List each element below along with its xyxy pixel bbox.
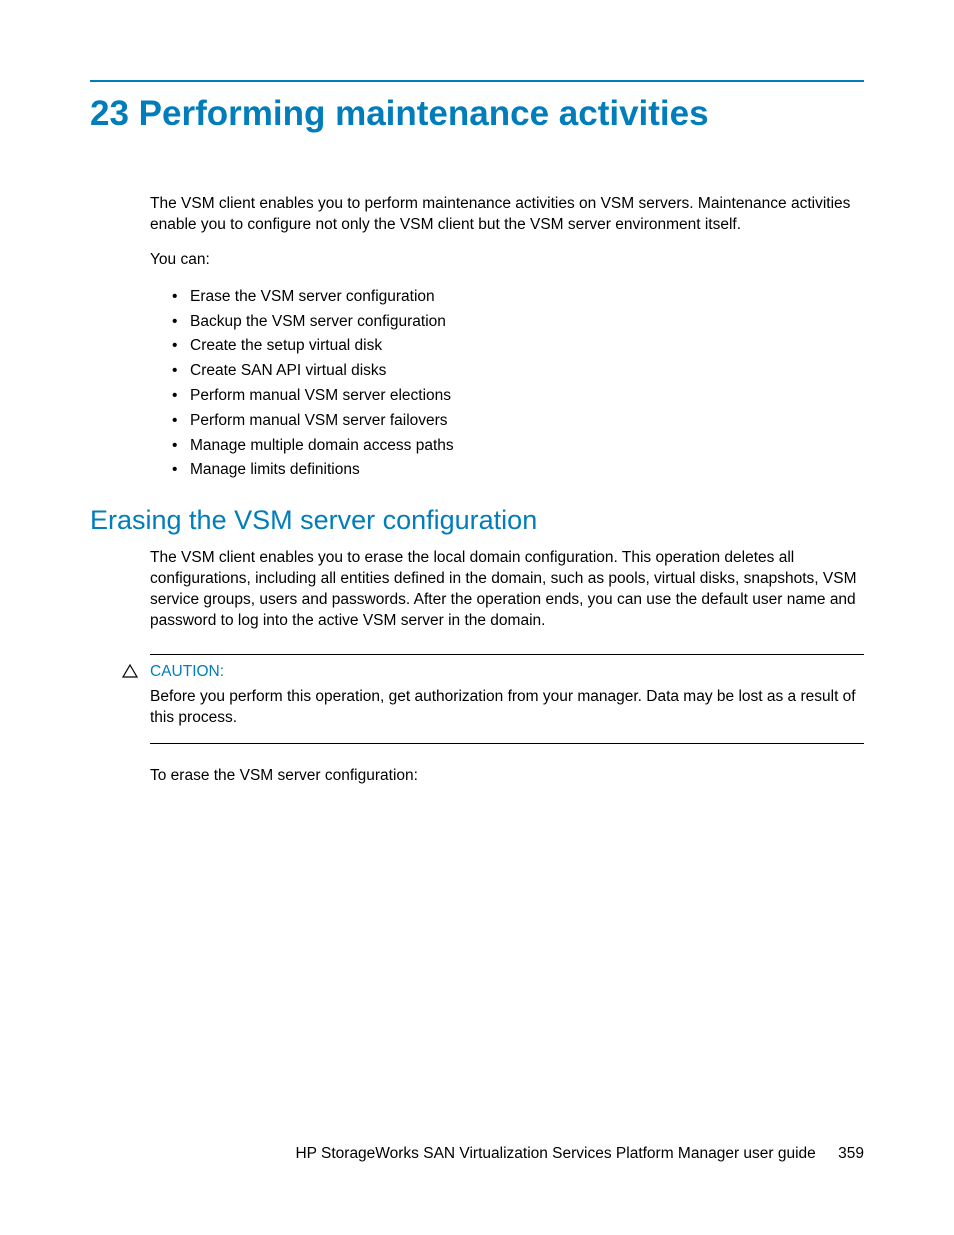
list-item: Manage limits definitions xyxy=(172,458,864,483)
chapter-heading: Performing maintenance activities xyxy=(139,94,709,133)
caution-icon xyxy=(122,664,138,678)
list-item: Create SAN API virtual disks xyxy=(172,359,864,384)
list-item: Perform manual VSM server elections xyxy=(172,384,864,409)
caution-label: CAUTION: xyxy=(150,663,864,681)
caution-box: CAUTION: Before you perform this operati… xyxy=(150,654,864,744)
section-paragraph-1: The VSM client enables you to erase the … xyxy=(150,548,864,632)
list-item: Create the setup virtual disk xyxy=(172,334,864,359)
after-caution-paragraph: To erase the VSM server configuration: xyxy=(150,766,864,787)
list-item: Manage multiple domain access paths xyxy=(172,434,864,459)
footer-page-number: 359 xyxy=(838,1145,864,1162)
footer-doc-title: HP StorageWorks SAN Virtualization Servi… xyxy=(295,1145,815,1162)
top-rule xyxy=(90,80,864,82)
section-title: Erasing the VSM server configuration xyxy=(90,505,864,536)
list-item: Erase the VSM server configuration xyxy=(172,285,864,310)
capabilities-list: Erase the VSM server configuration Backu… xyxy=(172,285,864,483)
chapter-number: 23 xyxy=(90,94,129,133)
page-footer: HP StorageWorks SAN Virtualization Servi… xyxy=(295,1145,864,1163)
list-item: Perform manual VSM server failovers xyxy=(172,409,864,434)
list-item: Backup the VSM server configuration xyxy=(172,310,864,335)
caution-text: Before you perform this operation, get a… xyxy=(150,687,864,729)
chapter-title: 23 Performing maintenance activities xyxy=(90,94,864,134)
intro-paragraph-2: You can: xyxy=(150,250,864,271)
intro-paragraph-1: The VSM client enables you to perform ma… xyxy=(150,194,864,236)
